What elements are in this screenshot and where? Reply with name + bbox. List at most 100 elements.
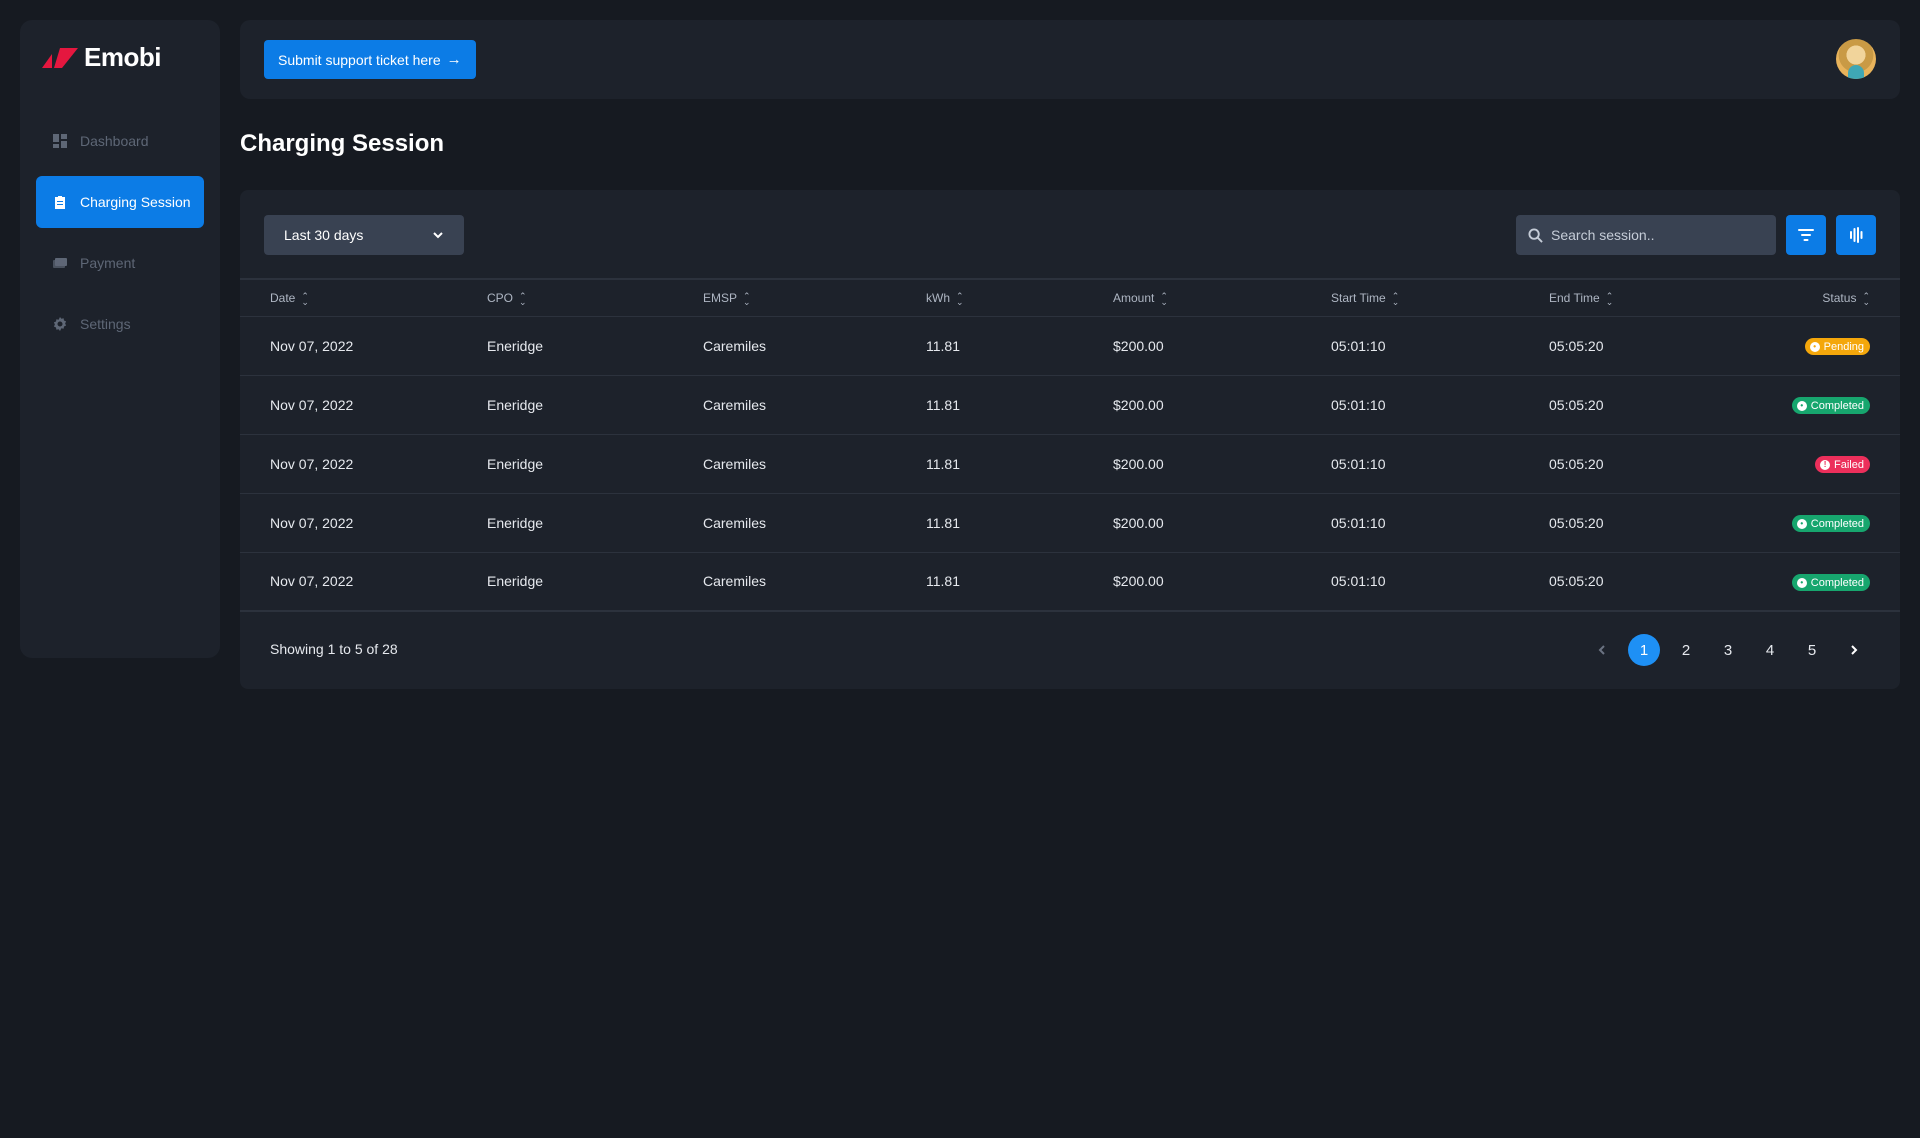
column-header-status[interactable]: Status ⌃ ⌄ [1749, 280, 1900, 317]
table-row[interactable]: Nov 07, 2022 Eneridge Caremiles 11.81 $2… [240, 434, 1900, 494]
cell-cpo: Eneridge [487, 434, 703, 494]
sidebar: Emobi Dashboard Charging Session Payment [20, 20, 220, 658]
sort-icon: ⌃ ⌄ [743, 290, 751, 307]
table-row[interactable]: Nov 07, 2022 Eneridge Caremiles 11.81 $2… [240, 552, 1900, 612]
sessions-table: Date ⌃ ⌄ CPO ⌃ ⌄ EMSP ⌃ ⌄ kWh ⌃ ⌄ Amount ⌃ ⌄ Start… [240, 280, 1900, 612]
page-button-2[interactable]: 2 [1670, 634, 1702, 666]
page-title: Charging Session [240, 130, 445, 157]
cell-status: • Completed [1749, 493, 1900, 553]
table-row[interactable]: Nov 07, 2022 Eneridge Caremiles 11.81 $2… [240, 493, 1900, 553]
clock-icon: • [1809, 341, 1820, 352]
submit-support-ticket-button[interactable]: Submit support ticket here → [264, 40, 476, 79]
cell-date: Nov 07, 2022 [240, 434, 487, 494]
clock-icon: • [1796, 577, 1807, 588]
app-root: Emobi Dashboard Charging Session Payment [0, 0, 1920, 1138]
date-range-select[interactable]: Last 30 days [264, 215, 464, 255]
sidebar-item-label: Dashboard [80, 133, 149, 149]
alert-icon: ! [1820, 459, 1831, 470]
cell-status: • Pending [1749, 316, 1900, 376]
cell-status: • Completed [1749, 552, 1900, 612]
next-page-button[interactable] [1838, 634, 1870, 666]
column-header-end-time[interactable]: End Time ⌃ ⌄ [1549, 280, 1749, 317]
column-header-label: kWh [926, 290, 950, 305]
sidebar-item-payment[interactable]: Payment [36, 237, 204, 289]
column-header-start-time[interactable]: Start Time ⌃ ⌄ [1331, 280, 1549, 317]
search-box[interactable] [1516, 215, 1776, 255]
cell-status: ! Failed [1749, 434, 1900, 494]
avatar[interactable] [1836, 39, 1876, 79]
cell-start-time: 05:01:10 [1331, 434, 1549, 494]
cell-emsp: Caremiles [703, 316, 926, 376]
sidebar-item-settings[interactable]: Settings [36, 298, 204, 350]
clock-icon: • [1796, 400, 1807, 411]
status-badge-label: Completed [1810, 399, 1864, 412]
sort-icon: ⌃ ⌄ [1160, 290, 1168, 307]
cell-end-time: 05:05:20 [1549, 434, 1749, 494]
status-badge: • Completed [1791, 574, 1870, 591]
chevron-left-icon [1598, 645, 1605, 655]
sort-icon: ⌃ ⌄ [301, 290, 309, 307]
cell-cpo: Eneridge [487, 493, 703, 553]
chevron-down-icon [433, 232, 443, 239]
emobi-logo-mark [42, 47, 78, 68]
column-header-date[interactable]: Date ⌃ ⌄ [240, 280, 487, 317]
cell-amount: $200.00 [1113, 552, 1331, 612]
sort-icon: ⌃ ⌄ [1605, 290, 1614, 307]
search-icon [1528, 227, 1543, 243]
column-header-label: EMSP [703, 290, 738, 305]
page-button-3[interactable]: 3 [1712, 634, 1744, 666]
cell-amount: $200.00 [1113, 434, 1331, 494]
sort-icon: ⌃ ⌄ [519, 290, 527, 307]
sort-icon: ⌃ ⌄ [956, 290, 964, 307]
column-header-cpo[interactable]: CPO ⌃ ⌄ [487, 280, 703, 317]
brand-logo[interactable]: Emobi [42, 42, 161, 73]
cell-date: Nov 07, 2022 [240, 316, 487, 376]
column-header-label: End Time [1549, 290, 1600, 305]
sort-icon: ⌃ ⌄ [1862, 290, 1870, 307]
filter-button[interactable] [1786, 215, 1826, 255]
cell-amount: $200.00 [1113, 493, 1331, 553]
column-header-amount[interactable]: Amount ⌃ ⌄ [1113, 280, 1331, 317]
status-badge: • Completed [1791, 515, 1870, 533]
cell-status: • Completed [1749, 375, 1900, 435]
status-badge-label: Pending [1823, 340, 1864, 353]
cell-kwh: 11.81 [926, 434, 1113, 494]
arrow-right-icon: → [446, 51, 462, 68]
clipboard-icon [52, 194, 68, 210]
page-button-5[interactable]: 5 [1796, 634, 1828, 666]
table-header-row: Date ⌃ ⌄ CPO ⌃ ⌄ EMSP ⌃ ⌄ kWh ⌃ ⌄ Amount ⌃ ⌄ Start… [240, 280, 1900, 317]
pagination: 1 2 3 4 5 [1586, 634, 1870, 666]
table-row[interactable]: Nov 07, 2022 Eneridge Caremiles 11.81 $2… [240, 375, 1900, 435]
gear-icon [52, 316, 68, 332]
cell-emsp: Caremiles [703, 375, 926, 435]
column-header-kwh[interactable]: kWh ⌃ ⌄ [926, 280, 1113, 317]
column-header-label: Date [270, 290, 296, 305]
cell-emsp: Caremiles [703, 434, 926, 494]
cell-amount: $200.00 [1113, 316, 1331, 376]
filter-icon [1798, 229, 1814, 241]
column-header-emsp[interactable]: EMSP ⌃ ⌄ [703, 280, 926, 317]
cell-date: Nov 07, 2022 [240, 493, 487, 553]
cell-end-time: 05:05:20 [1549, 493, 1749, 553]
search-input[interactable] [1551, 227, 1751, 243]
sidebar-item-dashboard[interactable]: Dashboard [36, 115, 204, 167]
columns-icon [1850, 227, 1863, 243]
column-header-label: Amount [1113, 290, 1155, 305]
cell-start-time: 05:01:10 [1331, 375, 1549, 435]
columns-button[interactable] [1836, 215, 1876, 255]
cell-emsp: Caremiles [703, 493, 926, 553]
cell-emsp: Caremiles [703, 552, 926, 612]
previous-page-button[interactable] [1586, 634, 1618, 666]
sidebar-item-charging-session[interactable]: Charging Session [36, 176, 204, 228]
cell-cpo: Eneridge [487, 375, 703, 435]
sidebar-item-label: Settings [80, 316, 131, 332]
cell-kwh: 11.81 [926, 493, 1113, 553]
cell-kwh: 11.81 [926, 552, 1113, 612]
table-row[interactable]: Nov 07, 2022 Eneridge Caremiles 11.81 $2… [240, 316, 1900, 376]
page-button-1[interactable]: 1 [1628, 634, 1660, 666]
page-button-4[interactable]: 4 [1754, 634, 1786, 666]
cell-start-time: 05:01:10 [1331, 552, 1549, 612]
sessions-card: Last 30 days Date ⌃⌄ CPO ⌃⌄ EMSP ⌃⌄ kWh ⌃⌄ A… [240, 190, 1900, 689]
cell-cpo: Eneridge [487, 316, 703, 376]
sidebar-nav: Dashboard Charging Session Payment Setti… [36, 115, 204, 359]
